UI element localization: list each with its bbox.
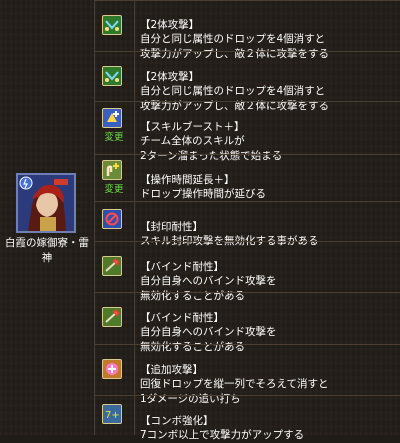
skill-title: 【2体攻撃】 [140, 18, 200, 31]
time-extend-plus-icon [102, 160, 122, 180]
skill-row: 変更 【スキルブースト＋】 チーム全体のスキルが 2ターン溜まった状態で始まる [94, 102, 400, 162]
extra-attack-icon [102, 359, 122, 379]
skill-text: 【操作時間延長＋】ドロップ操作時間が延びる [140, 158, 395, 202]
change-label: 変更 [104, 184, 124, 195]
skill-title: 【コンボ強化】 [140, 414, 214, 427]
skill-row: 【2体攻撃】 自分と同じ属性のドロップを4個消すと 攻撃力がアップし、敵２体に攻撃… [94, 0, 400, 60]
skill-row: 【バインド耐性】 自分自身へのバインド攻撃を 無効化することがある [94, 242, 400, 302]
change-label: 変更 [104, 132, 124, 143]
skill-text: 【コンボ強化】 7コンボ以上で攻撃力がアップする [140, 399, 395, 443]
skill-row: 【追加攻撃】 回復ドロップを縦一列でそろえて消すと 1ダメージの追い打ち [94, 345, 400, 405]
skill-row: 変更 【操作時間延長＋】ドロップ操作時間が延びる [94, 155, 400, 201]
skill-description: ドロップ操作時間が延びる [140, 188, 266, 200]
svg-text:7+: 7+ [105, 410, 120, 421]
seal-resist-icon [102, 209, 122, 229]
skill-title: 【バインド耐性】 [140, 260, 224, 273]
skill-row: 【封印耐性】 スキル封印攻撃を無効化する事がある [94, 202, 400, 247]
skill-title: 【2体攻撃】 [140, 70, 200, 83]
skill-title: 【バインド耐性】 [140, 311, 224, 324]
skill-boost-plus-icon [102, 108, 122, 128]
skill-title: 【スキルブースト＋】 [140, 120, 245, 133]
character-portrait [16, 173, 76, 233]
skill-row: 【2体攻撃】 自分と同じ属性のドロップを4個消すと 攻撃力がアップし、敵２体に攻撃… [94, 52, 400, 112]
skill-title: 【操作時間延長＋】 [140, 173, 235, 186]
character-cell: 白霞の嫁御寮・雷神 [0, 0, 94, 435]
bind-resist-icon [102, 256, 122, 276]
skill-row: 【バインド耐性】 自分自身へのバインド攻撃を 無効化することがある [94, 293, 400, 353]
awakening-table: 白霞の嫁御寮・雷神 【2体攻撃】 自分と同じ属性のドロップを4個消すと 攻撃力がア… [0, 0, 400, 441]
bind-resist-icon [102, 307, 122, 327]
two-target-attack-icon [102, 15, 122, 35]
combo-boost-icon: 7+ [102, 404, 122, 424]
skill-description: 7コンボ以上で攻撃力がアップする [140, 429, 305, 441]
skill-title: 【追加攻撃】 [140, 363, 203, 376]
character-image-icon [18, 175, 74, 231]
skill-title: 【封印耐性】 [140, 220, 203, 233]
skill-row: 7+ 【コンボ強化】 7コンボ以上で攻撃力がアップする [94, 396, 400, 441]
two-target-attack-icon [102, 66, 122, 86]
character-name: 白霞の嫁御寮・雷神 [5, 237, 89, 264]
